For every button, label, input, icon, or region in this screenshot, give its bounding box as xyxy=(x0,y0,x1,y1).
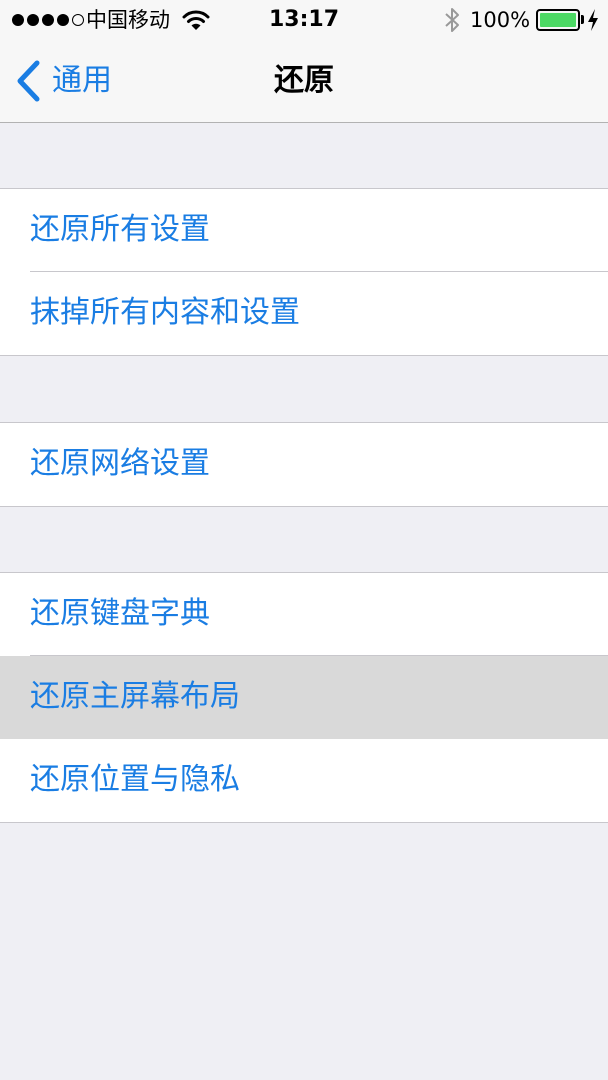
erase-all-content-cell[interactable]: 抹掉所有内容和设置 xyxy=(0,272,608,355)
page-title: 还原 xyxy=(274,63,334,98)
status-bar: 中国移动 13:17 100% xyxy=(0,0,608,40)
cell-label: 抹掉所有内容和设置 xyxy=(30,295,300,330)
battery-tip xyxy=(581,15,584,24)
battery-icon xyxy=(536,9,580,31)
reset-network-settings-cell[interactable]: 还原网络设置 xyxy=(0,423,608,506)
reset-all-settings-cell[interactable]: 还原所有设置 xyxy=(0,189,608,272)
cell-label: 还原主屏幕布局 xyxy=(30,679,240,714)
battery-percent: 100% xyxy=(470,8,531,32)
cell-label: 还原位置与隐私 xyxy=(30,762,240,797)
reset-group-other: 还原键盘字典 还原主屏幕布局 还原位置与隐私 xyxy=(0,572,608,823)
reset-keyboard-dictionary-cell[interactable]: 还原键盘字典 xyxy=(0,573,608,656)
reset-home-screen-layout-cell[interactable]: 还原主屏幕布局 xyxy=(0,656,608,739)
cell-label: 还原键盘字典 xyxy=(30,596,210,631)
reset-location-privacy-cell[interactable]: 还原位置与隐私 xyxy=(0,739,608,822)
navigation-bar: 通用 还原 xyxy=(0,40,608,123)
reset-group-network: 还原网络设置 xyxy=(0,422,608,507)
charging-bolt-icon xyxy=(588,9,598,31)
reset-group-general: 还原所有设置 抹掉所有内容和设置 xyxy=(0,188,608,356)
bluetooth-icon xyxy=(445,8,459,32)
cell-label: 还原网络设置 xyxy=(30,446,210,481)
cell-label: 还原所有设置 xyxy=(30,212,210,247)
